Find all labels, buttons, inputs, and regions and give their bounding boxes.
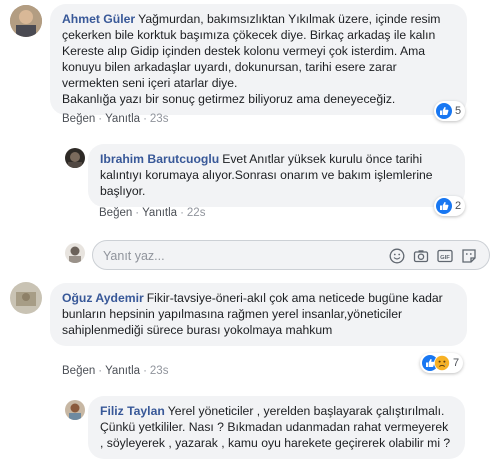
reply-link[interactable]: Yanıtla (105, 365, 140, 377)
comment-text: Bakanlığa yazı bir sonuç getirmez biliyo… (62, 92, 396, 106)
comment-time[interactable]: 23s (150, 365, 169, 377)
avatar[interactable] (65, 400, 85, 420)
reaction-count[interactable]: 5 (434, 101, 466, 121)
reply-link[interactable]: Yanıtla (105, 113, 140, 125)
like-reaction-icon (436, 198, 452, 214)
like-link[interactable]: Beğen (99, 207, 132, 219)
like-link[interactable]: Beğen (62, 365, 95, 377)
comment-actions: Beğen · Yanıtla · 22s (99, 207, 206, 219)
reaction-number: 5 (455, 105, 462, 117)
reply-input[interactable] (103, 247, 303, 264)
avatar[interactable] (10, 5, 42, 37)
comment-actions: Beğen · Yanıtla · 23s (62, 113, 169, 125)
comment-time[interactable]: 23s (150, 113, 169, 125)
like-link[interactable]: Beğen (62, 113, 95, 125)
comment-time[interactable]: 22s (187, 207, 206, 219)
reaction-number: 2 (455, 200, 462, 212)
reply-box[interactable]: GIF (92, 240, 490, 270)
reaction-count[interactable]: 7 (420, 353, 464, 373)
like-reaction-icon (436, 103, 452, 119)
reply-link[interactable]: Yanıtla (142, 207, 177, 219)
comment-actions: Beğen · Yanıtla · 23s (62, 365, 169, 377)
sticker-icon[interactable] (461, 248, 477, 264)
svg-text:GIF: GIF (440, 255, 450, 261)
comment-bubble: Ibrahim Barutcuoglu Evet Anıtlar yüksek k… (88, 144, 465, 207)
sad-reaction-icon (434, 355, 450, 371)
camera-icon[interactable] (413, 248, 429, 264)
reaction-count[interactable]: 2 (434, 196, 466, 216)
reaction-number: 7 (453, 357, 460, 369)
comment-bubble: Oğuz Aydemir Fikir-tavsiye-öneri-akıl çok… (50, 283, 467, 346)
comment-author[interactable]: Ibrahim Barutcuoglu (100, 152, 219, 166)
gif-icon[interactable]: GIF (437, 248, 453, 264)
emoji-icon[interactable] (389, 248, 405, 264)
comment-author[interactable]: Ahmet Güler (62, 12, 135, 26)
comment-author[interactable]: Oğuz Aydemir (62, 291, 144, 305)
current-user-avatar (65, 243, 85, 263)
avatar[interactable] (10, 282, 42, 314)
comment-bubble: Filiz Taylan Yerel yöneticiler , yerelden… (88, 396, 465, 459)
avatar[interactable] (65, 148, 85, 168)
comment-author[interactable]: Filiz Taylan (100, 404, 165, 418)
comment-bubble: Ahmet Güler Yağmurdan, bakımsızlıktan Yık… (50, 4, 467, 115)
